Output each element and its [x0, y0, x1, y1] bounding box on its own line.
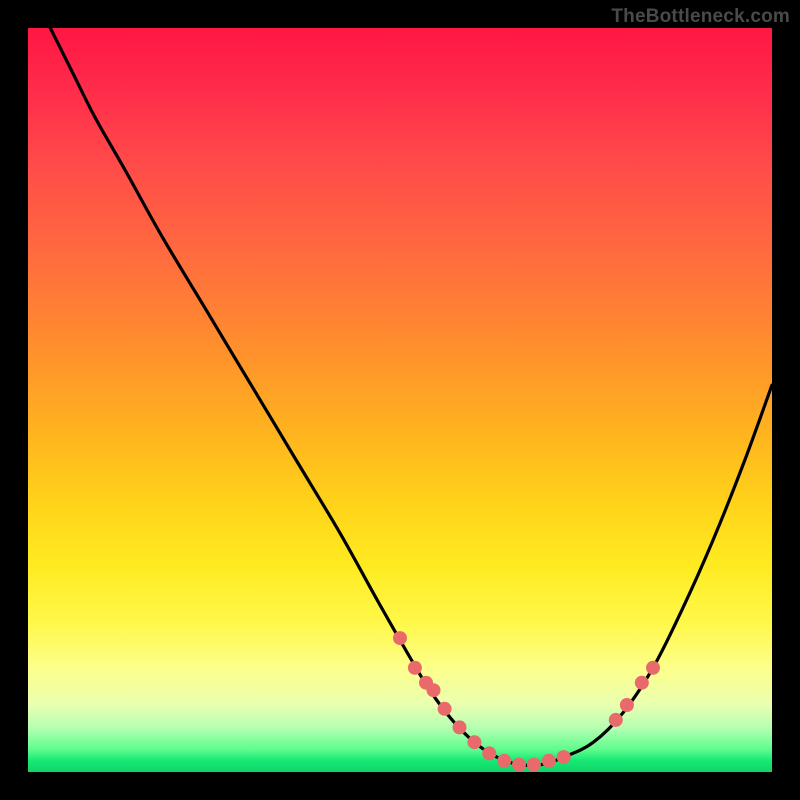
- curve-dot: [393, 631, 407, 645]
- curve-dot: [453, 720, 467, 734]
- curve-dot: [620, 698, 634, 712]
- curve-dot: [438, 702, 452, 716]
- curve-dot: [482, 746, 496, 760]
- curve-dot: [408, 661, 422, 675]
- curve-dot: [557, 750, 571, 764]
- plot-frame: [28, 28, 772, 772]
- chart-stage: TheBottleneck.com: [0, 0, 800, 800]
- curve-dot: [467, 735, 481, 749]
- curve-dots: [393, 631, 660, 772]
- curve-dot: [427, 683, 441, 697]
- curve-dot: [609, 713, 623, 727]
- watermark-text: TheBottleneck.com: [611, 6, 790, 28]
- curve-dot: [512, 758, 526, 772]
- curve-layer: [28, 28, 772, 772]
- curve-dot: [527, 758, 541, 772]
- curve-dot: [497, 754, 511, 768]
- curve-dot: [542, 754, 556, 768]
- curve-dot: [635, 676, 649, 690]
- curve-dot: [646, 661, 660, 675]
- bottleneck-curve: [50, 28, 772, 766]
